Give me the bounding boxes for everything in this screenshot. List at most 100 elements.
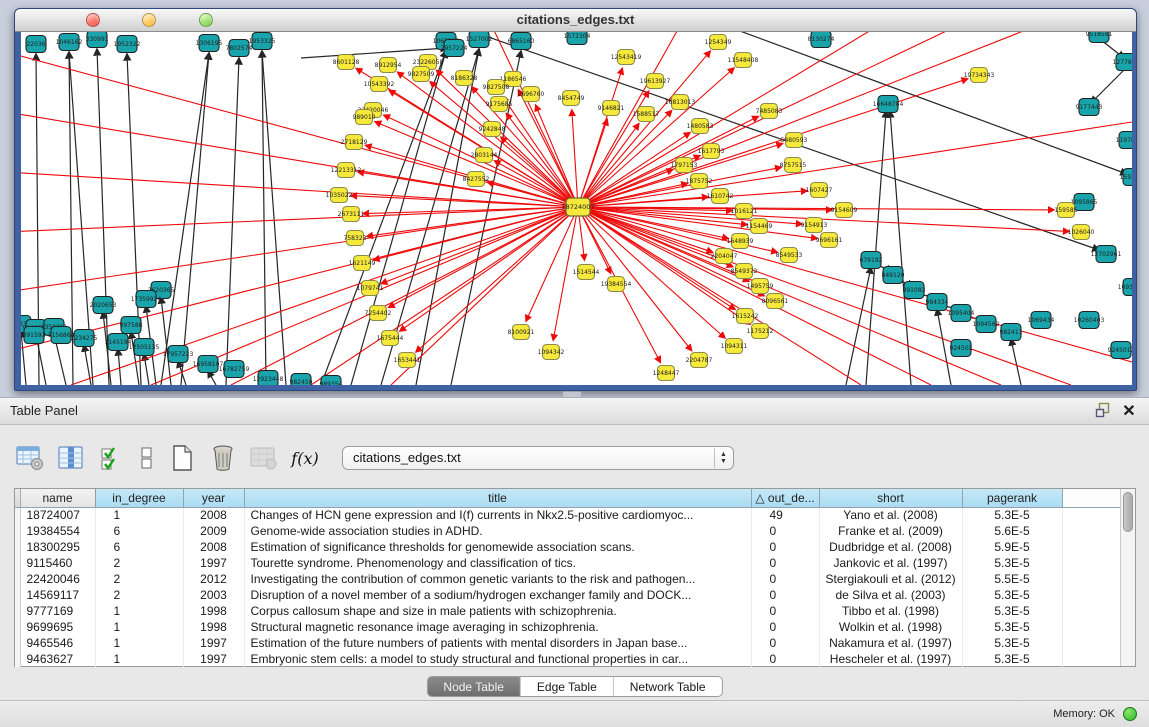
- table-row[interactable]: 1938455462009Genome-wide association stu…: [15, 523, 1121, 539]
- vertical-scrollbar[interactable]: [1120, 489, 1135, 666]
- cited-publication-node[interactable]: 8912954: [375, 58, 402, 73]
- table-row[interactable]: 1872400712008Changes of HCN gene express…: [15, 507, 1121, 523]
- cited-publication-node[interactable]: 1617793: [698, 144, 725, 159]
- table-cell[interactable]: 2: [95, 555, 183, 571]
- publication-node[interactable]: 330991: [86, 32, 109, 48]
- hub-publication-node[interactable]: 18724007: [561, 198, 594, 216]
- publication-node[interactable]: 1953325: [249, 33, 276, 50]
- publication-node[interactable]: 22036: [26, 36, 46, 53]
- delete-rows-icon[interactable]: [209, 444, 237, 472]
- cited-publication-node[interactable]: 989010: [353, 110, 376, 125]
- table-cell[interactable]: 5.3E-5: [962, 507, 1062, 523]
- table-cell[interactable]: 49: [751, 507, 819, 523]
- cited-publication-node[interactable]: 8186328: [451, 71, 478, 86]
- table-cell[interactable]: Changes of HCN gene expression and I(f) …: [244, 507, 751, 523]
- table-cell[interactable]: 1997: [183, 555, 244, 571]
- cited-publication-node[interactable]: 2803144: [471, 148, 498, 163]
- cited-publication-node[interactable]: 7254402: [365, 306, 392, 321]
- cited-publication-node[interactable]: 19613927: [640, 74, 671, 89]
- cited-publication-node[interactable]: 1175212: [747, 324, 774, 339]
- cited-publication-node[interactable]: 9146821: [598, 101, 625, 116]
- table-cell[interactable]: 5.9E-5: [962, 539, 1062, 555]
- table-cell[interactable]: Genome-wide association studies in ADHD.: [244, 523, 751, 539]
- table-cell[interactable]: 0: [751, 603, 819, 619]
- publication-node[interactable]: 7957224: [441, 40, 468, 57]
- cited-publication-node[interactable]: 2718129: [341, 135, 368, 150]
- column-chooser-icon[interactable]: [57, 444, 85, 472]
- table-cell[interactable]: 0: [751, 651, 819, 667]
- table-cell[interactable]: Jankovic et al. (1997): [819, 555, 962, 571]
- tab-edge-table[interactable]: Edge Table: [521, 677, 614, 696]
- table-cell[interactable]: 5.3E-5: [962, 635, 1062, 651]
- publication-node[interactable]: 989354: [320, 376, 343, 386]
- cited-publication-node[interactable]: 5480593: [781, 133, 808, 148]
- publication-node[interactable]: 1046162: [56, 34, 83, 51]
- cited-publication-node[interactable]: 1588517: [633, 107, 660, 122]
- publication-node[interactable]: 9518581: [1086, 32, 1113, 43]
- table-row[interactable]: 946362711997Embryonic stem cells: a mode…: [15, 651, 1121, 667]
- publication-node[interactable]: 10934562: [1118, 279, 1132, 296]
- cited-publication-node[interactable]: 1154469: [746, 219, 773, 234]
- cited-publication-node[interactable]: 2204787: [686, 353, 713, 368]
- cited-publication-node[interactable]: 1480583: [687, 119, 714, 134]
- publication-node[interactable]: 12702961: [1091, 246, 1122, 263]
- cited-publication-node[interactable]: 8549372: [731, 264, 758, 279]
- table-cell[interactable]: Investigating the contribution of common…: [244, 571, 751, 587]
- cited-publication-node[interactable]: 8601128: [333, 55, 360, 70]
- table-cell[interactable]: 2009: [183, 523, 244, 539]
- cited-publication-node[interactable]: 1094311: [721, 339, 748, 354]
- table-cell[interactable]: 6: [95, 539, 183, 555]
- table-row[interactable]: 969969511998Structural magnetic resonanc…: [15, 619, 1121, 635]
- table-cell[interactable]: Disruption of a novel member of a sodium…: [244, 587, 751, 603]
- table-row[interactable]: 911546021997Tourette syndrome. Phenomeno…: [15, 555, 1121, 571]
- table-cell[interactable]: 2012: [183, 571, 244, 587]
- table-cell[interactable]: Nakamura et al. (1997): [819, 635, 962, 651]
- table-cell[interactable]: Tourette syndrome. Phenomenology and cla…: [244, 555, 751, 571]
- table-cell[interactable]: Corpus callosum shape and size in male p…: [244, 603, 751, 619]
- table-cell[interactable]: 5.3E-5: [962, 587, 1062, 603]
- network-canvas[interactable]: 2203610461623309911952322130619578025741…: [21, 32, 1132, 385]
- table-cell[interactable]: 1997: [183, 635, 244, 651]
- publication-node[interactable]: 982411: [1000, 324, 1023, 341]
- publication-node[interactable]: 391591: [23, 327, 46, 344]
- cited-publication-node[interactable]: 12213312: [331, 163, 362, 178]
- table-cell[interactable]: Tibbo et al. (1998): [819, 603, 962, 619]
- publication-node[interactable]: 16782759: [219, 361, 250, 378]
- table-cell[interactable]: 0: [751, 555, 819, 571]
- cited-publication-node[interactable]: 1610742: [707, 189, 734, 204]
- table-cell[interactable]: Hescheler et al. (1997): [819, 651, 962, 667]
- table-cell[interactable]: 1: [95, 507, 183, 523]
- publication-node[interactable]: 12505135: [129, 339, 160, 356]
- table-row[interactable]: 2242004622012Investigating the contribut…: [15, 571, 1121, 587]
- publication-node[interactable]: 679192: [860, 252, 883, 269]
- table-cell[interactable]: Wolkin et al. (1998): [819, 619, 962, 635]
- cited-publication-node[interactable]: 1248447: [653, 366, 680, 381]
- cited-publication-node[interactable]: 1094342: [538, 345, 565, 360]
- cited-publication-node[interactable]: 1607427: [806, 183, 833, 198]
- scrollbar-thumb[interactable]: [1123, 492, 1133, 532]
- table-row[interactable]: 977716911998Corpus callosum shape and si…: [15, 603, 1121, 619]
- table-cell[interactable]: 1: [95, 635, 183, 651]
- cited-publication-node[interactable]: 12543419: [611, 50, 642, 65]
- publication-node[interactable]: 984334: [926, 294, 949, 311]
- cited-publication-node[interactable]: 1875752: [686, 174, 713, 189]
- table-cell[interactable]: 1998: [183, 603, 244, 619]
- table-cell[interactable]: Stergiakouli et al. (2012): [819, 571, 962, 587]
- table-cell[interactable]: 0: [751, 539, 819, 555]
- table-row[interactable]: 946554611997Estimation of the future num…: [15, 635, 1121, 651]
- cited-publication-node[interactable]: 8454749: [558, 91, 585, 106]
- publication-node[interactable]: 6865160: [508, 33, 535, 50]
- publication-node[interactable]: 924502: [950, 340, 973, 357]
- table-cell[interactable]: 6: [95, 523, 183, 539]
- table-row[interactable]: 1830029562008Estimation of significance …: [15, 539, 1121, 555]
- column-header-year[interactable]: year: [183, 489, 244, 507]
- publication-node[interactable]: 1197858: [1116, 132, 1132, 149]
- publication-node[interactable]: 1572304: [564, 32, 591, 45]
- table-cell[interactable]: 1997: [183, 651, 244, 667]
- cited-publication-node[interactable]: 159585: [1055, 203, 1078, 218]
- publication-node[interactable]: 9177443: [1076, 99, 1103, 116]
- table-selector-dropdown[interactable]: citations_edges.txt▲▼: [342, 446, 734, 470]
- table-row[interactable]: 1456911722003Disruption of a novel membe…: [15, 587, 1121, 603]
- table-cell[interactable]: 9699695: [20, 619, 95, 635]
- table-cell[interactable]: 0: [751, 587, 819, 603]
